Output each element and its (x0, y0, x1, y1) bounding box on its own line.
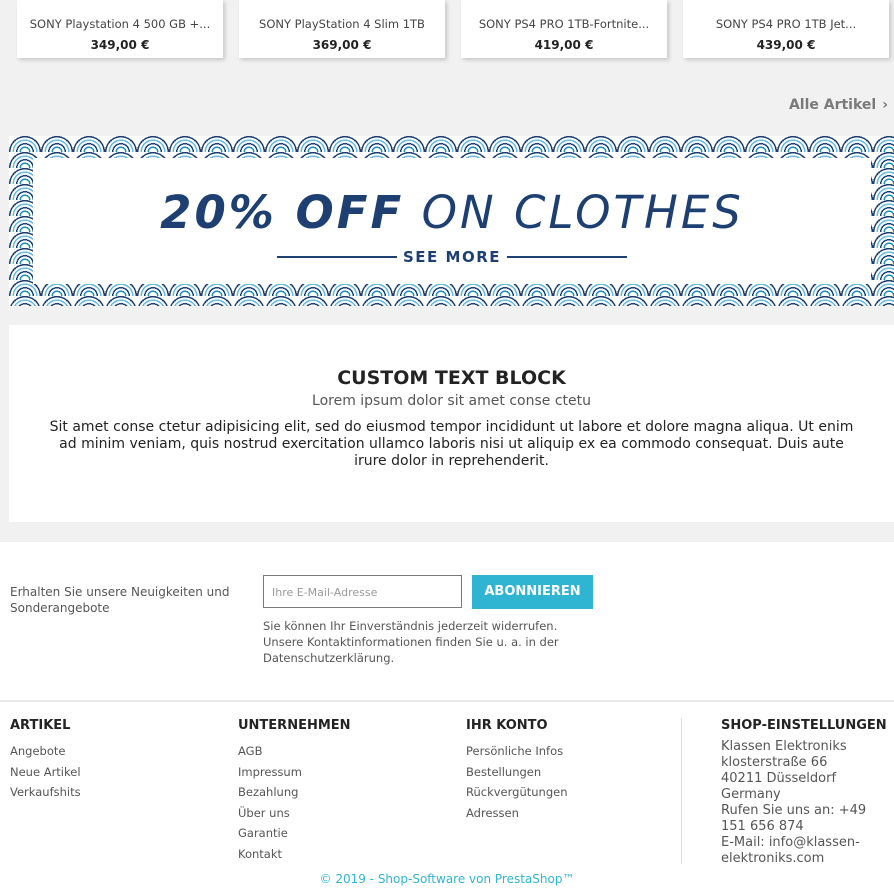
divider (507, 256, 627, 258)
see-more-label[interactable]: SEE MORE (403, 248, 501, 266)
product-name[interactable]: SONY PS4 PRO 1TB-Fortnite... (461, 17, 667, 31)
product-name[interactable]: SONY PS4 PRO 1TB Jet... (683, 17, 889, 31)
shop-line: Klassen Elektroniks (721, 739, 847, 754)
footer-col-konto: IHR KONTO Persönliche Infos Bestellungen… (466, 718, 568, 823)
product-card[interactable]: SONY PS4 PRO 1TB Jet... 439,00 € (683, 0, 889, 58)
footer-link[interactable]: Bestellungen (466, 762, 568, 783)
footer-link[interactable]: Garantie (238, 823, 351, 844)
newsletter-label: Erhalten Sie unsere Neuigkeiten und Sond… (10, 585, 230, 615)
promo-title: 20% OFF ON CLOTHES (33, 186, 871, 239)
shop-line: klosterstraße 66 (721, 755, 828, 770)
product-card[interactable]: SONY PS4 PRO 1TB-Fortnite... 419,00 € (461, 0, 667, 58)
email-input[interactable]: Ihre E-Mail-Adresse (263, 575, 462, 608)
footer-link[interactable]: Neue Artikel (10, 762, 81, 783)
footer-heading: SHOP-EINSTELLUNGEN (721, 718, 887, 733)
footer-link[interactable]: AGB (238, 741, 351, 762)
footer-link[interactable]: Bezahlung (238, 782, 351, 803)
product-card[interactable]: SONY PlayStation 4 Slim 1TB 369,00 € (239, 0, 445, 58)
footer-link[interactable]: Angebote (10, 741, 81, 762)
footer-heading: UNTERNEHMEN (238, 718, 351, 733)
footer-link[interactable]: Adressen (466, 803, 568, 824)
all-products-label[interactable]: Alle Artikel (789, 97, 876, 113)
product-row: SONY Playstation 4 500 GB +... 349,00 € … (0, 0, 894, 60)
copyright-link[interactable]: © 2019 - Shop-Software von PrestaShop™ (0, 872, 894, 886)
newsletter-section: Erhalten Sie unsere Neuigkeiten und Sond… (0, 542, 894, 700)
shop-phone: Rufen Sie uns an: +49 151 656 874 (721, 803, 867, 834)
product-price: 419,00 € (534, 38, 594, 52)
footer-col-shop: SHOP-EINSTELLUNGEN Klassen Elektroniks k… (721, 718, 891, 867)
text-block-title: CUSTOM TEXT BLOCK (337, 367, 566, 389)
footer-col-unternehmen: UNTERNEHMEN AGB Impressum Bezahlung Über… (238, 718, 351, 864)
product-price: 349,00 € (90, 38, 150, 52)
promo-title-bold: 20% OFF (160, 186, 405, 239)
shop-email[interactable]: E-Mail: info@klassen-elektroniks.com (721, 835, 891, 867)
footer-col-artikel: ARTIKEL Angebote Neue Artikel Verkaufshi… (10, 718, 81, 803)
footer: ARTIKEL Angebote Neue Artikel Verkaufshi… (0, 702, 894, 890)
promo-title-rest: ON CLOTHES (421, 186, 744, 239)
product-name[interactable]: SONY PlayStation 4 Slim 1TB (239, 17, 445, 31)
subscribe-button[interactable]: ABONNIEREN (472, 575, 593, 609)
shop-line: 40211 Düsseldorf (721, 771, 837, 786)
footer-link[interactable]: Persönliche Infos (466, 741, 568, 762)
divider (681, 718, 682, 864)
product-price: 369,00 € (312, 38, 372, 52)
see-more[interactable]: SEE MORE (33, 247, 871, 267)
footer-heading: ARTIKEL (10, 718, 71, 733)
footer-link[interactable]: Kontakt (238, 844, 351, 865)
footer-link[interactable]: Rückvergütungen (466, 782, 568, 803)
promo-banner[interactable]: 20% OFF ON CLOTHES SEE MORE (9, 136, 894, 306)
footer-link[interactable]: Über uns (238, 803, 351, 824)
footer-link[interactable]: Impressum (238, 762, 351, 783)
text-block-subtitle: Lorem ipsum dolor sit amet conse ctetu (312, 393, 591, 409)
footer-link[interactable]: Verkaufshits (10, 782, 81, 803)
chevron-right-icon: › (882, 97, 888, 113)
shop-address: Klassen Elektroniks klosterstraße 66 402… (721, 739, 891, 867)
newsletter-note: Sie können Ihr Einverständnis jederzeit … (263, 619, 559, 665)
footer-heading: IHR KONTO (466, 718, 548, 733)
product-name[interactable]: SONY Playstation 4 500 GB +... (17, 17, 223, 31)
promo-banner-content: 20% OFF ON CLOTHES SEE MORE (33, 158, 871, 284)
product-card[interactable]: SONY Playstation 4 500 GB +... 349,00 € (17, 0, 223, 58)
divider (277, 256, 397, 258)
all-products-link[interactable]: Alle Artikel › (789, 97, 888, 113)
text-block-body: Sit amet conse ctetur adipisicing elit, … (49, 419, 854, 469)
product-price: 439,00 € (756, 38, 816, 52)
custom-text-block: CUSTOM TEXT BLOCK Lorem ipsum dolor sit … (9, 325, 894, 522)
shop-line: Germany (721, 787, 781, 802)
